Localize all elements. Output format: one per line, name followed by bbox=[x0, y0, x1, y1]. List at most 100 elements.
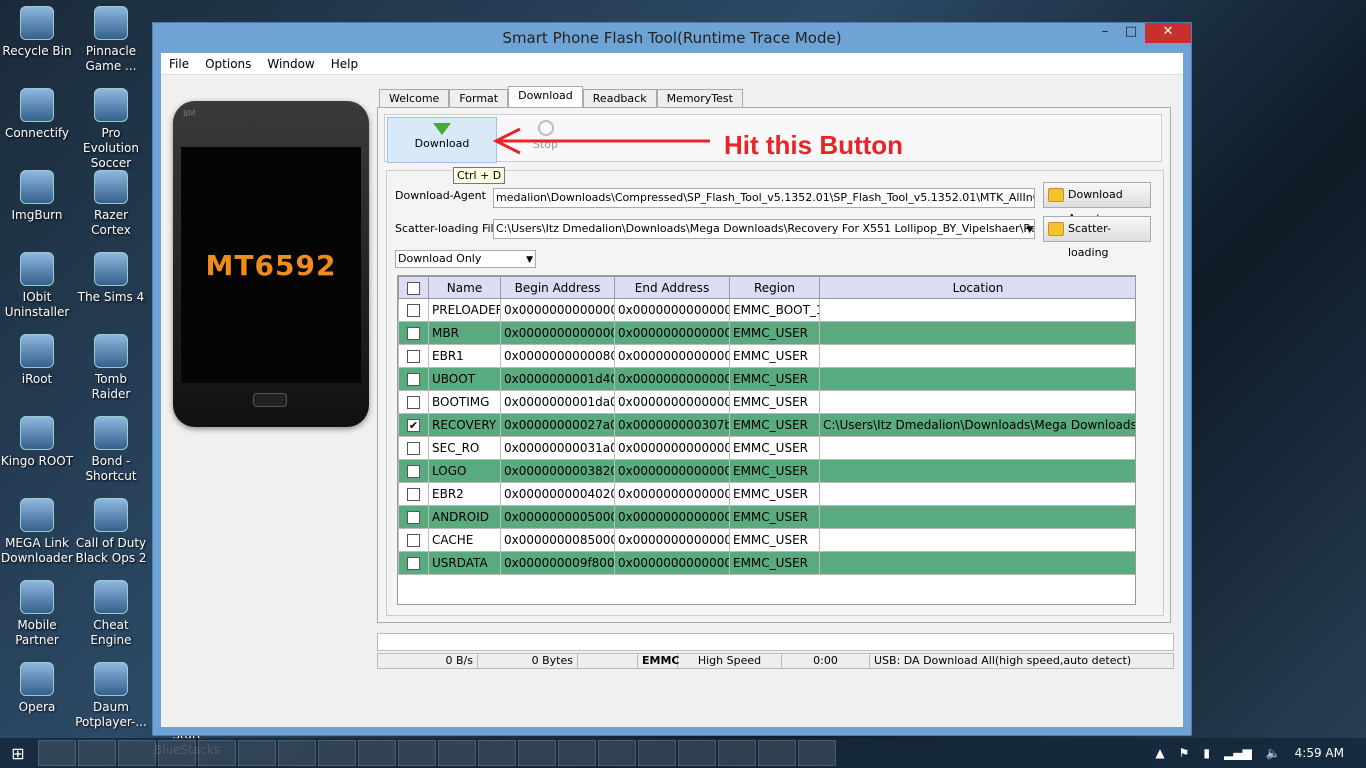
download-agent-button[interactable]: Download Agent bbox=[1043, 182, 1151, 225]
taskbar-app-icon[interactable] bbox=[398, 740, 436, 766]
row-checkbox[interactable] bbox=[398, 528, 429, 552]
download-button[interactable]: Download bbox=[387, 117, 497, 163]
desktop-icon-b8[interactable]: Daum Potplayer-... bbox=[74, 662, 148, 730]
desktop-icon-b2[interactable]: Razer Cortex bbox=[74, 170, 148, 238]
app-icon bbox=[94, 252, 128, 286]
row-checkbox[interactable]: ✔ bbox=[398, 413, 429, 437]
table-row[interactable]: LOGO0x00000000038200000x0000000000000000… bbox=[398, 459, 1135, 483]
cell-end: 0x0000000000000000 bbox=[614, 482, 730, 506]
desktop-icon-b4[interactable]: Tomb Raider bbox=[74, 334, 148, 402]
desktop-icon-b5[interactable]: Bond - Shortcut bbox=[74, 416, 148, 484]
table-row[interactable]: SEC_RO0x00000000031a00000x00000000000000… bbox=[398, 436, 1135, 460]
cell-begin: 0x0000000085000000 bbox=[500, 528, 615, 552]
maximize-button[interactable]: □ bbox=[1117, 23, 1145, 43]
tab-memorytest[interactable]: MemoryTest bbox=[656, 89, 743, 107]
taskbar-app-icon[interactable] bbox=[438, 740, 476, 766]
table-row[interactable]: ANDROID0x00000000050000000x0000000000000… bbox=[398, 505, 1135, 529]
download-mode-select[interactable]: Download Only ▼ bbox=[395, 250, 536, 268]
battery-icon[interactable]: ▮ bbox=[1203, 746, 1210, 760]
menu-window[interactable]: Window bbox=[259, 57, 322, 71]
desktop-icon-5[interactable]: Kingo ROOT bbox=[0, 416, 74, 469]
taskbar-app-icon[interactable] bbox=[638, 740, 676, 766]
taskbar-app-icon[interactable] bbox=[718, 740, 756, 766]
minimize-button[interactable]: – bbox=[1091, 23, 1119, 43]
taskbar-app-icon[interactable] bbox=[278, 740, 316, 766]
taskbar-app-icon[interactable] bbox=[358, 740, 396, 766]
table-row[interactable]: MBR0x00000000000000000x0000000000000000E… bbox=[398, 321, 1135, 345]
table-row[interactable]: ✔RECOVERY0x00000000027a00000x00000000030… bbox=[398, 413, 1135, 437]
row-checkbox[interactable] bbox=[398, 321, 429, 345]
taskbar-app-icon[interactable] bbox=[598, 740, 636, 766]
taskbar-app-icon[interactable] bbox=[678, 740, 716, 766]
desktop-icon-b3[interactable]: The Sims 4 bbox=[74, 252, 148, 305]
row-checkbox[interactable] bbox=[398, 436, 429, 460]
title-bar[interactable]: Smart Phone Flash Tool(Runtime Trace Mod… bbox=[153, 23, 1191, 53]
desktop-icon-7[interactable]: Mobile Partner bbox=[0, 580, 74, 648]
tab-readback[interactable]: Readback bbox=[582, 89, 657, 107]
clock[interactable]: 4:59 AM bbox=[1295, 746, 1344, 760]
desktop-icon-3[interactable]: IObit Uninstaller bbox=[0, 252, 74, 320]
desktop-icon-8[interactable]: Opera bbox=[0, 662, 74, 715]
action-center-flag-icon[interactable]: ⚑ bbox=[1179, 746, 1190, 760]
signal-icon[interactable]: ▂▄▆ bbox=[1224, 746, 1252, 760]
desktop-icon-0[interactable]: Recycle Bin bbox=[0, 6, 74, 59]
close-button[interactable]: ✕ bbox=[1145, 23, 1191, 43]
taskbar-app-icon[interactable] bbox=[798, 740, 836, 766]
table-row[interactable]: EBR10x00000000000800000x0000000000000000… bbox=[398, 344, 1135, 368]
col-name[interactable]: Name bbox=[428, 276, 501, 299]
scatter-file-select[interactable]: C:\Users\Itz Dmedalion\Downloads\Mega Do… bbox=[493, 219, 1035, 239]
taskbar-app-icon[interactable] bbox=[318, 740, 356, 766]
menu-file[interactable]: File bbox=[161, 57, 197, 71]
start-button[interactable]: ⊞ bbox=[0, 738, 36, 768]
menu-options[interactable]: Options bbox=[197, 57, 259, 71]
volume-icon[interactable]: 🔈 bbox=[1266, 746, 1281, 760]
tray-chevron-icon[interactable]: ▲ bbox=[1155, 746, 1164, 760]
table-row[interactable]: USRDATA0x000000009f8000000x0000000000000… bbox=[398, 551, 1135, 575]
desktop-icon-b0[interactable]: Pinnacle Game ... bbox=[74, 6, 148, 74]
row-checkbox[interactable] bbox=[398, 505, 429, 529]
taskbar-app-icon[interactable] bbox=[518, 740, 556, 766]
menu-help[interactable]: Help bbox=[323, 57, 366, 71]
scatter-loading-button[interactable]: Scatter-loading bbox=[1043, 216, 1151, 259]
row-checkbox[interactable] bbox=[398, 390, 429, 414]
taskbar-app-icon[interactable] bbox=[118, 740, 156, 766]
tab-download[interactable]: Download bbox=[508, 86, 583, 107]
col-begin[interactable]: Begin Address bbox=[500, 276, 615, 299]
desktop-icon-label: Call of Duty Black Ops 2 bbox=[75, 536, 147, 565]
select-all-checkbox[interactable] bbox=[398, 276, 429, 299]
table-row[interactable]: CACHE0x00000000850000000x000000000000000… bbox=[398, 528, 1135, 552]
col-region[interactable]: Region bbox=[729, 276, 820, 299]
taskbar-app-icon[interactable] bbox=[158, 740, 196, 766]
taskbar-app-icon[interactable] bbox=[198, 740, 236, 766]
tab-format[interactable]: Format bbox=[449, 89, 509, 107]
table-row[interactable]: PRELOADER0x00000000000000000x00000000000… bbox=[398, 298, 1135, 322]
taskbar-app-icon[interactable] bbox=[78, 740, 116, 766]
desktop-icon-6[interactable]: MEGA Link Downloader bbox=[0, 498, 74, 566]
col-location[interactable]: Location bbox=[819, 276, 1135, 299]
taskbar-app-icon[interactable] bbox=[238, 740, 276, 766]
taskbar-app-icon[interactable] bbox=[558, 740, 596, 766]
desktop-icon-4[interactable]: iRoot bbox=[0, 334, 74, 387]
row-checkbox[interactable] bbox=[398, 344, 429, 368]
flash-tool-window: Smart Phone Flash Tool(Runtime Trace Mod… bbox=[152, 22, 1192, 736]
col-end[interactable]: End Address bbox=[614, 276, 730, 299]
row-checkbox[interactable] bbox=[398, 459, 429, 483]
taskbar-app-icon[interactable] bbox=[478, 740, 516, 766]
row-checkbox[interactable] bbox=[398, 367, 429, 391]
table-row[interactable]: UBOOT0x0000000001d400000x000000000000000… bbox=[398, 367, 1135, 391]
cell-location: C:\Users\Itz Dmedalion\Downloads\Mega Do… bbox=[819, 413, 1135, 437]
row-checkbox[interactable] bbox=[398, 551, 429, 575]
tab-welcome[interactable]: Welcome bbox=[379, 89, 450, 107]
download-agent-field[interactable]: medalion\Downloads\Compressed\SP_Flash_T… bbox=[493, 188, 1035, 208]
desktop-icon-2[interactable]: ImgBurn bbox=[0, 170, 74, 223]
row-checkbox[interactable] bbox=[398, 298, 429, 322]
taskbar-app-icon[interactable] bbox=[758, 740, 796, 766]
app-icon bbox=[20, 498, 54, 532]
row-checkbox[interactable] bbox=[398, 482, 429, 506]
table-row[interactable]: BOOTIMG0x0000000001da00000x0000000000000… bbox=[398, 390, 1135, 414]
desktop-icon-1[interactable]: Connectify bbox=[0, 88, 74, 141]
desktop-icon-b6[interactable]: Call of Duty Black Ops 2 bbox=[74, 498, 148, 566]
desktop-icon-b7[interactable]: Cheat Engine bbox=[74, 580, 148, 648]
table-row[interactable]: EBR20x00000000040200000x0000000000000000… bbox=[398, 482, 1135, 506]
taskbar-app-icon[interactable] bbox=[38, 740, 76, 766]
